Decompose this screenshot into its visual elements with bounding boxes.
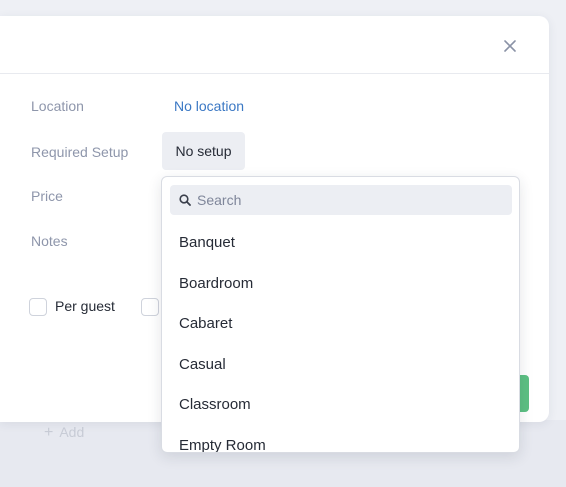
option-casual[interactable]: Casual — [162, 345, 519, 386]
search-box — [170, 185, 512, 215]
setup-dropdown: Banquet Boardroom Cabaret Casual Classro… — [161, 176, 520, 453]
price-label: Price — [31, 188, 63, 204]
per-guest-checkbox[interactable] — [29, 298, 47, 316]
option-cabaret[interactable]: Cabaret — [162, 304, 519, 345]
add-label: Add — [59, 424, 85, 440]
setup-select-button[interactable]: No setup — [162, 132, 245, 170]
option-banquet[interactable]: Banquet — [162, 223, 519, 264]
plus-icon: + — [44, 424, 54, 441]
second-checkbox[interactable] — [141, 298, 159, 316]
option-classroom[interactable]: Classroom — [162, 385, 519, 426]
close-button[interactable] — [500, 36, 520, 56]
per-guest-label: Per guest — [55, 298, 115, 314]
location-link[interactable]: No location — [174, 98, 244, 114]
notes-label: Notes — [31, 233, 68, 249]
setup-select-value: No setup — [175, 143, 232, 159]
background-add-link[interactable]: + Add — [44, 424, 84, 442]
close-icon — [504, 40, 516, 52]
modal-header-divider — [0, 73, 549, 74]
option-empty-room[interactable]: Empty Room — [162, 426, 519, 453]
option-boardroom[interactable]: Boardroom — [162, 264, 519, 305]
location-label: Location — [31, 98, 84, 114]
required-setup-label: Required Setup — [31, 144, 129, 160]
search-icon — [179, 194, 191, 206]
search-input[interactable] — [197, 192, 497, 208]
option-list: Banquet Boardroom Cabaret Casual Classro… — [162, 223, 519, 453]
